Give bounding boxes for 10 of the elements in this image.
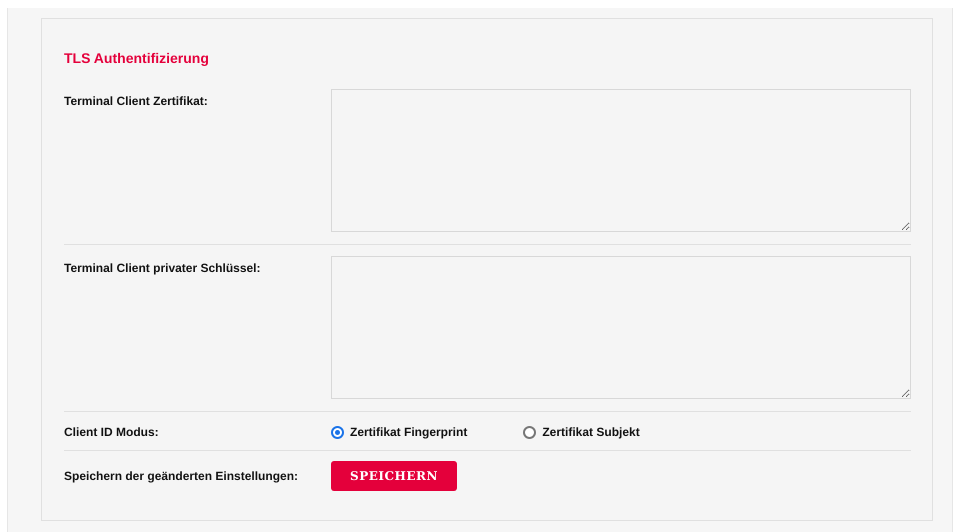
field-label: Terminal Client privater Schlüssel: (64, 260, 262, 275)
field-label: Terminal Client Zertifikat: (64, 93, 209, 108)
save-button[interactable]: SPEICHERN (331, 461, 457, 491)
radio-option[interactable]: Zertifikat Subjekt (523, 425, 640, 439)
field-label: Speichern der geänderten Einstellungen: (64, 469, 300, 483)
radio-icon[interactable] (523, 426, 536, 438)
radio-label: Zertifikat Subjekt (542, 425, 640, 439)
radio-icon[interactable] (331, 426, 344, 438)
field-label: Client ID Modus: (64, 425, 160, 439)
section-title: TLS Authentifizierung (64, 50, 210, 66)
